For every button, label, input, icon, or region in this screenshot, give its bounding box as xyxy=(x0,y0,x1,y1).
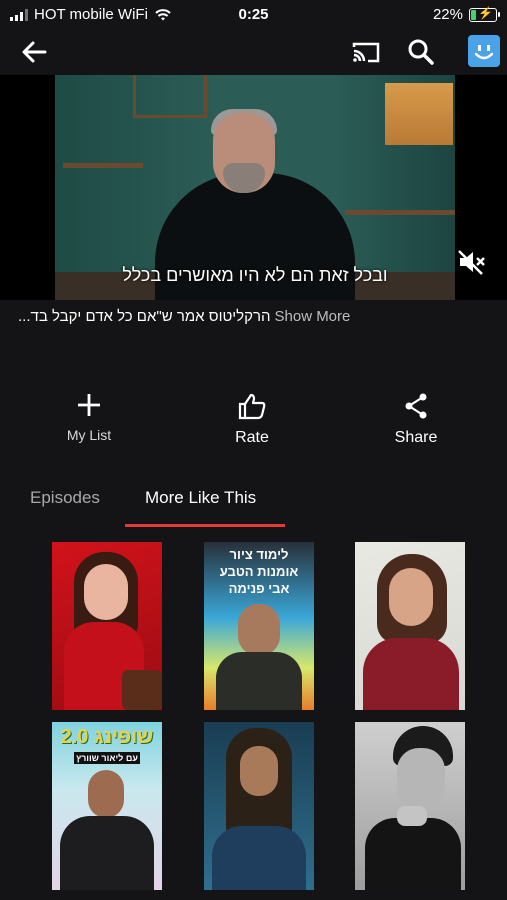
active-tab-indicator xyxy=(125,524,285,527)
my-list-button[interactable]: My List xyxy=(34,392,144,443)
tab-episodes[interactable]: Episodes xyxy=(30,488,100,508)
search-button[interactable] xyxy=(405,36,437,68)
video-subtitle: ובכל זאת הם לא היו מאושרים בכלל xyxy=(122,265,388,285)
share-icon xyxy=(405,393,427,419)
arrow-left-icon xyxy=(22,41,47,63)
smiley-icon xyxy=(474,45,494,60)
card-caption: שופינג 2.0 xyxy=(60,726,154,748)
thumbs-up-icon xyxy=(238,393,266,420)
battery-icon: ⚡ xyxy=(469,6,500,22)
volume-muted-icon xyxy=(458,250,485,275)
status-bar: HOT mobile WiFi 0:25 22% ⚡ xyxy=(0,0,507,30)
title-card[interactable]: לימוד ציור אומנות הטבע אבי פנימה xyxy=(204,542,314,710)
title-card[interactable] xyxy=(355,722,465,890)
search-icon xyxy=(408,39,434,65)
video-player[interactable]: ובכל זאת הם לא היו מאושרים בכלל xyxy=(0,75,507,300)
share-button[interactable]: Share xyxy=(361,392,471,447)
rate-button[interactable]: Rate xyxy=(197,392,307,447)
description: ...הרקליטוס אמר ש"אם כל אדם יקבל בד Show … xyxy=(18,308,498,325)
clock: 0:25 xyxy=(238,6,269,23)
cast-icon xyxy=(352,42,380,63)
show-more-link[interactable]: Show More xyxy=(275,308,351,325)
card-caption: לימוד ציור אומנות הטבע אבי פנימה xyxy=(219,547,299,596)
cast-button[interactable] xyxy=(350,36,382,68)
tab-bar: Episodes More Like This xyxy=(0,484,507,528)
plus-icon xyxy=(78,394,100,416)
title-card[interactable]: שופינג 2.0 עם ליאור שוורץ xyxy=(52,722,162,890)
battery-info: 22% ⚡ xyxy=(432,6,500,23)
more-like-this-grid: לימוד ציור אומנות הטבע אבי פנימה שופינג … xyxy=(0,540,507,900)
back-button[interactable] xyxy=(18,36,50,68)
share-label: Share xyxy=(394,429,438,446)
action-row: My List Rate Share xyxy=(0,392,507,452)
mute-button[interactable] xyxy=(456,247,486,277)
title-card[interactable] xyxy=(204,722,314,890)
description-text: ...הרקליטוס אמר ש"אם כל אדם יקבל בד xyxy=(18,308,271,325)
tab-more-like-this[interactable]: More Like This xyxy=(145,488,256,508)
battery-percent: 22% xyxy=(432,6,463,23)
title-card[interactable] xyxy=(355,542,465,710)
profile-avatar[interactable] xyxy=(468,35,500,67)
card-subcaption: עם ליאור שוורץ xyxy=(74,752,140,764)
my-list-label: My List xyxy=(66,427,112,443)
title-card[interactable] xyxy=(52,542,162,710)
rate-label: Rate xyxy=(235,429,269,446)
top-bar xyxy=(0,32,507,72)
